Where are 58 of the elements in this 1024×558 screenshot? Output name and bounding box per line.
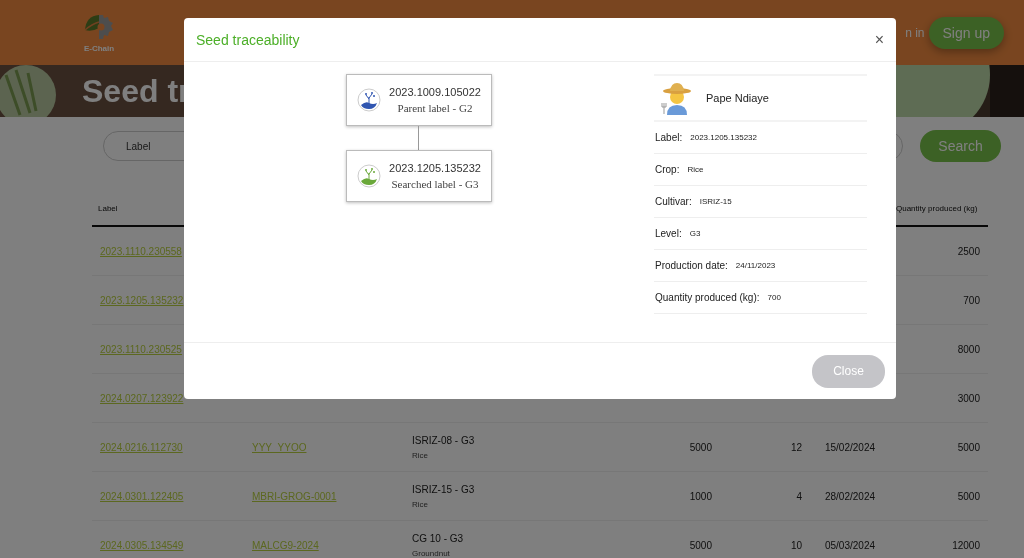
- node-label: 2023.1009.105022: [389, 86, 481, 98]
- table-cell: 12: [790, 441, 802, 453]
- node-label: 2023.1205.135232: [389, 162, 481, 174]
- field-value: 24/11/2023: [735, 261, 776, 270]
- table-cell: 28/02/2024: [824, 490, 876, 502]
- label-link[interactable]: 2023.1110.230558: [100, 245, 182, 257]
- label-link[interactable]: 2024.0216.112730: [100, 441, 183, 453]
- field-label: Level:: [655, 228, 682, 239]
- field-label: Cultivar:: [655, 196, 692, 207]
- code-link[interactable]: MALCG9-2024: [252, 539, 319, 551]
- field-label: Quantity produced (kg):: [655, 292, 760, 303]
- table-cell: 1000: [689, 490, 712, 502]
- field-value: 700: [767, 293, 781, 302]
- code-link[interactable]: MBRI-GROG-0001: [252, 490, 337, 502]
- field-label: Production date:: [655, 260, 728, 271]
- crop-text: Rice: [412, 450, 428, 460]
- sign-up-button[interactable]: Sign up: [928, 16, 1004, 49]
- table-cell: 8000: [957, 343, 980, 355]
- leaf-gear-logo-icon: [82, 12, 116, 42]
- table-cell: 5000: [957, 441, 980, 453]
- table-cell: 12000: [952, 539, 980, 551]
- label-link[interactable]: 2024.0207.123922: [100, 392, 184, 404]
- table-cell: 700: [963, 294, 980, 306]
- code-link[interactable]: YYY_YYOO: [252, 441, 307, 453]
- field-value: G3: [689, 229, 701, 238]
- logo-text: E-Chain: [83, 44, 115, 53]
- crop-text: Groundnut: [412, 548, 450, 558]
- sign-in-link[interactable]: n in: [905, 25, 925, 40]
- table-cell: 5000: [957, 490, 980, 502]
- producer-name: Pape Ndiaye: [706, 92, 769, 104]
- node-caption: Parent label - G2: [397, 102, 473, 114]
- node-caption: Searched label - G3: [391, 178, 479, 190]
- table-cell: 05/03/2024: [824, 539, 876, 551]
- field-label: Crop:: [655, 164, 680, 175]
- field-value: Rice: [687, 165, 704, 174]
- field-label: Label:: [655, 132, 683, 143]
- label-link[interactable]: 2023.1110.230525: [100, 343, 182, 355]
- table-cell: 10: [790, 539, 802, 551]
- cultivar-text: CG 10 - G3: [412, 532, 464, 544]
- crop-text: Rice: [412, 499, 428, 509]
- farmer-icon: [660, 81, 694, 115]
- close-button[interactable]: Close: [812, 354, 885, 388]
- label-link[interactable]: 2023.1205.135232: [100, 294, 184, 306]
- table-cell: 15/02/2024: [824, 441, 876, 453]
- label-link[interactable]: 2024.0305.134549: [100, 539, 184, 551]
- search-button[interactable]: Search: [920, 130, 1001, 162]
- modal-title: Seed traceability: [196, 31, 300, 48]
- connector-line: [418, 126, 420, 150]
- label-link[interactable]: 2024.0301.122405: [100, 490, 184, 502]
- cultivar-text: ISRIZ-15 - G3: [412, 483, 475, 495]
- table-cell: 4: [796, 490, 802, 502]
- table-cell: 2500: [957, 245, 980, 257]
- table-cell: 5000: [689, 539, 712, 551]
- table-cell: 3000: [957, 392, 980, 404]
- table-cell: 5000: [689, 441, 712, 453]
- cultivar-text: ISRIZ-08 - G3: [412, 434, 475, 446]
- field-value: 2023.1205.135232: [690, 133, 757, 142]
- field-value: ISRIZ-15: [699, 197, 732, 206]
